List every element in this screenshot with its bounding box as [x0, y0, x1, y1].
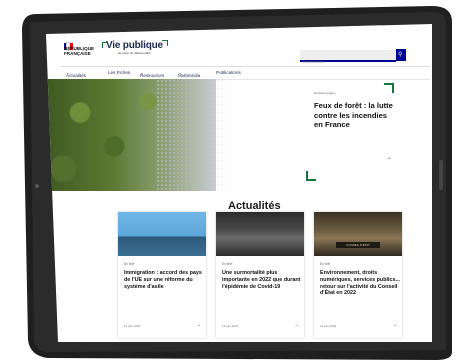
search-button[interactable]: ⚲: [396, 49, 406, 61]
card-date: 14 juin 2022: [320, 324, 337, 328]
card-category: En bref: [222, 262, 233, 266]
card-title[interactable]: Immigration : accord des pays de l'UE su…: [124, 270, 204, 290]
arrow-right-icon[interactable]: →: [386, 155, 392, 161]
arrow-right-icon[interactable]: →: [196, 322, 201, 328]
card-image-crowd: [216, 212, 304, 256]
card-title[interactable]: Une surmortalité plus importante en 2022…: [222, 270, 302, 290]
news-card[interactable]: En bref Immigration : accord des pays de…: [118, 212, 206, 338]
card-image-conseil-etat: CONSEIL D'ÉTAT: [314, 212, 402, 256]
card-title[interactable]: Environnement, droits numériques, servic…: [320, 270, 400, 297]
nav-item-fiches[interactable]: Les Fiches: [108, 70, 130, 75]
flag-icon: [64, 37, 74, 51]
card-date: 14 juin 2022: [124, 324, 141, 328]
section-title-actualites: Actualités: [228, 200, 281, 212]
vie-publique-logo[interactable]: Vie publique au cœur du débat public: [102, 40, 168, 55]
news-card[interactable]: CONSEIL D'ÉTAT En bref Environnement, dr…: [314, 212, 402, 338]
conseil-etat-sign: CONSEIL D'ÉTAT: [336, 242, 380, 248]
hero-image-fade: [156, 79, 236, 191]
nav-item-multimedia[interactable]: Multimédia ⌄: [178, 70, 200, 78]
home-button-icon: [439, 160, 443, 190]
republique-francaise-logo: RÉPUBLIQUE FRANÇAISE: [64, 46, 95, 56]
corner-accent-icon: [384, 83, 394, 93]
nav-item-actualites[interactable]: Actualités ⌄: [66, 70, 86, 78]
arrow-right-icon[interactable]: →: [392, 322, 397, 328]
card-image-flags: [118, 212, 206, 256]
hero-banner: Dossiers légaux Feux de forêt : la lutte…: [46, 79, 432, 191]
news-card[interactable]: En bref Une surmortalité plus importante…: [216, 212, 304, 338]
main-nav: Actualités ⌄ Les Fiches Ressources ⌄ Mul…: [60, 66, 430, 80]
arrow-right-icon[interactable]: →: [294, 322, 299, 328]
card-category: En bref: [124, 262, 135, 266]
card-category: En bref: [320, 262, 331, 266]
search-field: [300, 50, 396, 66]
search-input[interactable]: [300, 57, 390, 66]
card-date: 14 juin 2022: [222, 324, 239, 328]
nav-item-ressources[interactable]: Ressources ⌄: [140, 70, 164, 78]
nav-item-publications[interactable]: Publications: [216, 70, 241, 75]
hero-category: Dossiers légaux: [314, 91, 336, 95]
search-icon: ⚲: [398, 52, 403, 58]
news-cards: En bref Immigration : accord des pays de…: [118, 212, 432, 342]
camera-icon: [35, 184, 39, 188]
brand-name: Vie publique: [106, 40, 163, 51]
corner-accent-icon: [306, 171, 316, 181]
screen: RÉPUBLIQUE FRANÇAISE Vie publique au cœu…: [46, 24, 432, 342]
tablet-device: RÉPUBLIQUE FRANÇAISE Vie publique au cœu…: [0, 0, 456, 360]
hero-card[interactable]: Dossiers légaux Feux de forêt : la lutte…: [306, 79, 406, 191]
hero-title[interactable]: Feux de forêt : la lutte contre les ince…: [314, 101, 394, 130]
brand-tagline: au cœur du débat public: [118, 51, 151, 55]
